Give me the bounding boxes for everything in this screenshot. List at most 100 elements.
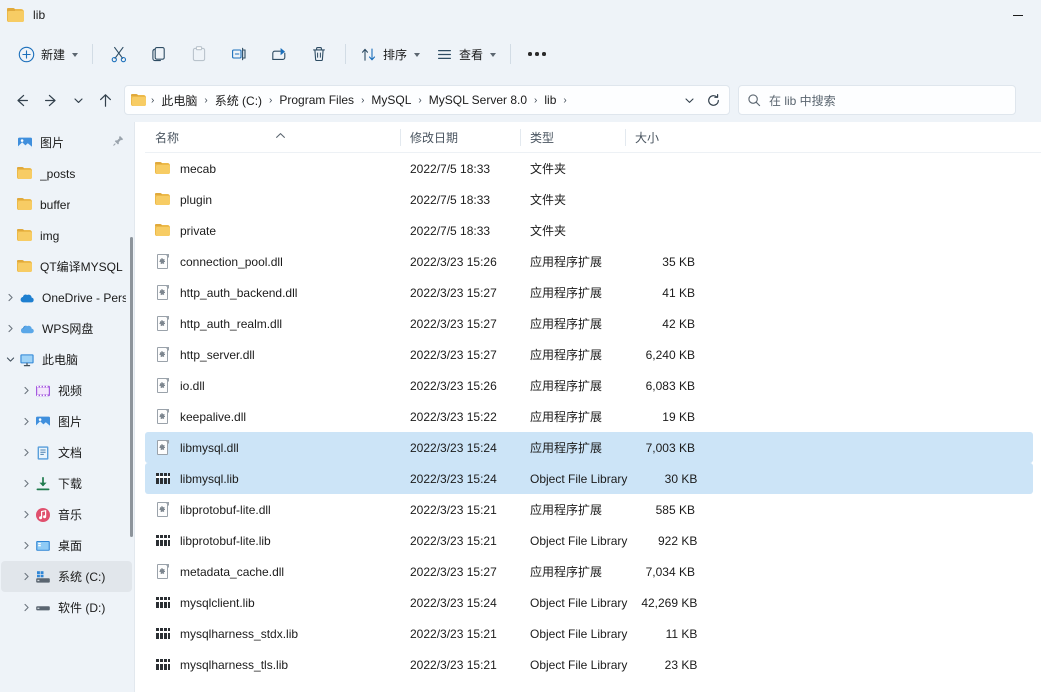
chevron-right-icon[interactable] [17, 437, 35, 468]
sidebar-item-desktop[interactable]: 桌面 [1, 530, 132, 561]
minimize-button[interactable] [995, 0, 1041, 30]
sidebar-item-_posts[interactable]: _posts [1, 158, 132, 189]
file-name-cell: private [145, 222, 400, 239]
breadcrumb-item-2[interactable]: Program Files [275, 90, 358, 110]
chevron-right-icon[interactable] [17, 468, 35, 499]
table-row[interactable]: connection_pool.dll 2022/3/23 15:26 应用程序… [145, 246, 1033, 277]
table-row[interactable]: mecab 2022/7/5 18:33 文件夹 [145, 153, 1033, 184]
chevron-right-icon[interactable] [1, 313, 19, 344]
recent-locations-button[interactable] [66, 85, 90, 115]
back-button[interactable] [6, 85, 36, 115]
chevron-right-icon[interactable] [17, 499, 35, 530]
sidebar-item-documents[interactable]: 文档 [1, 437, 132, 468]
sidebar-scrollbar-thumb[interactable] [130, 237, 133, 537]
search-box[interactable]: 在 lib 中搜索 [738, 85, 1016, 115]
breadcrumb[interactable]: › 此电脑 › 系统 (C:) › Program Files › MySQL … [124, 85, 730, 115]
column-header-date-modified[interactable]: 修改日期 [400, 122, 520, 153]
forward-button[interactable] [36, 85, 66, 115]
sidebar-item-onedrive[interactable]: OneDrive - Pers [1, 282, 132, 313]
drive-icon [35, 600, 51, 616]
sidebar-item-pictures[interactable]: 图片 [1, 406, 132, 437]
table-row[interactable]: private 2022/7/5 18:33 文件夹 [145, 215, 1033, 246]
navigation-pane[interactable]: 图片 _posts buffer img QT编译MYSQL OneDrive … [0, 122, 135, 692]
file-date: 2022/3/23 15:24 [410, 440, 497, 455]
table-row[interactable]: plugin 2022/7/5 18:33 文件夹 [145, 184, 1033, 215]
chevron-right-icon[interactable] [17, 561, 35, 592]
table-row[interactable]: libprotobuf-lite.lib 2022/3/23 15:21 Obj… [145, 525, 1033, 556]
file-name-cell: mysqlharness_tls.lib [145, 656, 400, 673]
sidebar-item-videos[interactable]: 视频 [1, 375, 132, 406]
table-row[interactable]: libprotobuf-lite.dll 2022/3/23 15:21 应用程… [145, 494, 1033, 525]
chevron-right-icon[interactable] [17, 406, 35, 437]
breadcrumb-separator: › [151, 94, 155, 106]
sort-button[interactable]: 排序 [352, 38, 428, 70]
column-header-type[interactable]: 类型 [520, 122, 625, 153]
file-type: Object File Library [530, 595, 628, 610]
refresh-button[interactable] [700, 87, 726, 113]
documents-icon [35, 445, 51, 461]
table-row[interactable]: http_auth_realm.dll 2022/3/23 15:27 应用程序… [145, 308, 1033, 339]
pane-divider[interactable] [134, 122, 135, 692]
chevron-right-icon[interactable] [17, 530, 35, 561]
os-drive-icon [35, 569, 51, 585]
folder-icon [17, 259, 33, 275]
file-size: 23 KB [664, 657, 698, 672]
sidebar-item-buffer[interactable]: buffer [1, 189, 132, 220]
table-row[interactable]: libmysql.lib 2022/3/23 15:24 Object File… [145, 463, 1033, 494]
file-type: Object File Library [530, 657, 628, 672]
file-name: http_auth_backend.dll [180, 285, 298, 300]
more-options-button[interactable] [517, 38, 557, 70]
sidebar-item-drive-d[interactable]: 软件 (D:) [1, 592, 132, 623]
table-row[interactable]: mysqlharness_stdx.lib 2022/3/23 15:21 Ob… [145, 618, 1033, 649]
table-row[interactable]: metadata_cache.dll 2022/3/23 15:27 应用程序扩… [145, 556, 1033, 587]
sidebar-item-img[interactable]: img [1, 220, 132, 251]
table-row[interactable]: keepalive.dll 2022/3/23 15:22 应用程序扩展 19 … [145, 401, 1033, 432]
breadcrumb-dropdown-button[interactable] [678, 87, 700, 113]
breadcrumb-item-3[interactable]: MySQL [367, 90, 415, 110]
sidebar-item-os-drive-c[interactable]: 系统 (C:) [1, 561, 132, 592]
sidebar-item-pictures-pinned[interactable]: 图片 [1, 127, 132, 158]
breadcrumb-item-5[interactable]: lib [540, 90, 560, 110]
sidebar-item-wps-cloud[interactable]: WPS网盘 [1, 313, 132, 344]
chevron-down-icon[interactable] [1, 344, 19, 375]
file-date: 2022/3/23 15:21 [410, 626, 497, 641]
table-row[interactable]: mysqlharness_tls.lib 2022/3/23 15:21 Obj… [145, 649, 1033, 680]
view-button[interactable]: 查看 [428, 38, 504, 70]
table-row[interactable]: http_auth_backend.dll 2022/3/23 15:27 应用… [145, 277, 1033, 308]
sidebar-item-music[interactable]: 音乐 [1, 499, 132, 530]
pin-icon[interactable] [113, 135, 124, 149]
chevron-right-icon[interactable] [17, 375, 35, 406]
rename-button[interactable] [219, 38, 259, 70]
table-row[interactable]: mysqlclient.lib 2022/3/23 15:24 Object F… [145, 587, 1033, 618]
search-input[interactable]: 在 lib 中搜索 [769, 92, 836, 109]
file-size: 41 KB [662, 285, 695, 300]
cut-button[interactable] [99, 38, 139, 70]
breadcrumb-item-1[interactable]: 系统 (C:) [211, 89, 266, 112]
sidebar-item-downloads[interactable]: 下载 [1, 468, 132, 499]
delete-button[interactable] [299, 38, 339, 70]
chevron-right-icon[interactable] [17, 592, 35, 623]
sidebar-item-qt-mysql[interactable]: QT编译MYSQL [1, 251, 132, 282]
sidebar-item-label: QT编译MYSQL [40, 260, 123, 274]
up-button[interactable] [90, 85, 120, 115]
breadcrumb-item-4[interactable]: MySQL Server 8.0 [425, 90, 531, 110]
column-header-name[interactable]: 名称 [145, 122, 400, 153]
sidebar-item-label: 下载 [58, 477, 83, 491]
table-row[interactable]: libmysql.dll 2022/3/23 15:24 应用程序扩展 7,00… [145, 432, 1033, 463]
file-name: libmysql.dll [180, 440, 239, 455]
column-header-size[interactable]: 大小 [625, 122, 705, 153]
breadcrumb-item-0[interactable]: 此电脑 [157, 89, 201, 112]
sidebar-item-this-pc[interactable]: 此电脑 [1, 344, 132, 375]
file-name: http_server.dll [180, 347, 255, 362]
file-name-cell: libmysql.lib [145, 470, 400, 487]
wps-cloud-icon [19, 321, 35, 337]
share-button[interactable] [259, 38, 299, 70]
table-row[interactable]: http_server.dll 2022/3/23 15:27 应用程序扩展 6… [145, 339, 1033, 370]
new-button[interactable]: 新建 [10, 38, 86, 70]
copy-button[interactable] [139, 38, 179, 70]
file-type: Object File Library [530, 533, 628, 548]
paste-button[interactable] [179, 38, 219, 70]
videos-icon [35, 383, 51, 399]
table-row[interactable]: io.dll 2022/3/23 15:26 应用程序扩展 6,083 KB [145, 370, 1033, 401]
chevron-right-icon[interactable] [1, 282, 19, 313]
